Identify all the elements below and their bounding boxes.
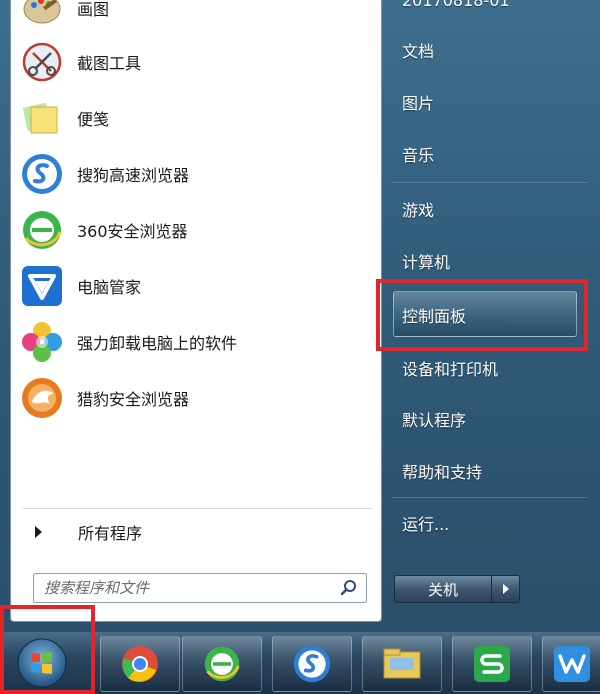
divider bbox=[23, 508, 373, 509]
program-item-snipping-tool[interactable]: 截图工具 bbox=[17, 36, 377, 88]
taskbar-button-wps-spreadsheet[interactable] bbox=[452, 636, 532, 692]
program-label: 电脑管家 bbox=[77, 278, 142, 297]
360-browser-icon bbox=[204, 646, 240, 682]
program-label: 强力卸载电脑上的软件 bbox=[77, 334, 238, 353]
divider bbox=[392, 182, 588, 183]
right-item-default-programs[interactable]: 默认程序 bbox=[402, 407, 466, 431]
user-folder-link[interactable]: 20170818-01 bbox=[402, 0, 510, 10]
file-explorer-icon bbox=[383, 648, 421, 679]
program-item-360-browser[interactable]: 360安全浏览器 bbox=[17, 204, 377, 256]
right-item-documents[interactable]: 文档 bbox=[402, 38, 434, 62]
taskbar-button-sogou-browser[interactable] bbox=[272, 636, 352, 692]
sogou-browser-icon bbox=[19, 151, 65, 197]
program-label: 截图工具 bbox=[77, 54, 142, 73]
cheetah-browser-icon bbox=[19, 375, 65, 421]
program-label: 便笺 bbox=[77, 110, 110, 129]
shutdown-options-button[interactable] bbox=[492, 575, 520, 603]
program-item-paint[interactable]: 画图 bbox=[17, 0, 377, 34]
shutdown-label: 关机 bbox=[427, 580, 458, 599]
right-item-run[interactable]: 运行... bbox=[402, 511, 449, 535]
all-programs-label: 所有程序 bbox=[78, 524, 143, 543]
uninstaller-icon bbox=[19, 319, 65, 365]
taskbar-button-chrome[interactable] bbox=[100, 636, 180, 692]
divider bbox=[392, 497, 588, 498]
360-browser-icon bbox=[19, 207, 65, 253]
search-box[interactable] bbox=[33, 573, 367, 603]
program-item-cheetah-browser[interactable]: 猎豹安全浏览器 bbox=[17, 372, 377, 424]
right-item-games[interactable]: 游戏 bbox=[402, 197, 434, 221]
sogou-browser-icon bbox=[293, 645, 331, 683]
start-menu-programs-panel: 画图 截图工具 便笺 搜狗高速浏览器 360安全浏览器 电脑管家 强力卸载电脑上… bbox=[10, 0, 382, 622]
wps-spreadsheet-icon bbox=[474, 646, 510, 682]
taskbar-button-360-browser[interactable] bbox=[182, 636, 262, 692]
taskbar-button-file-explorer[interactable] bbox=[362, 636, 442, 692]
all-programs-button[interactable]: 所有程序 bbox=[29, 515, 369, 549]
paint-icon bbox=[19, 0, 65, 31]
annotation-red-box bbox=[376, 279, 588, 351]
program-label: 画图 bbox=[77, 0, 110, 19]
right-item-computer[interactable]: 计算机 bbox=[402, 249, 450, 273]
program-item-sogou-browser[interactable]: 搜狗高速浏览器 bbox=[17, 148, 377, 200]
annotation-red-box bbox=[0, 605, 95, 694]
snipping-tool-icon bbox=[19, 39, 65, 85]
triangle-right-icon bbox=[35, 526, 42, 538]
search-icon[interactable] bbox=[336, 575, 362, 601]
right-item-pictures[interactable]: 图片 bbox=[402, 90, 434, 114]
wps-writer-icon bbox=[554, 646, 590, 682]
program-item-pc-manager[interactable]: 电脑管家 bbox=[17, 260, 377, 312]
program-item-uninstaller[interactable]: 强力卸载电脑上的软件 bbox=[17, 316, 377, 368]
shutdown-button[interactable]: 关机 bbox=[394, 575, 492, 603]
program-label: 360安全浏览器 bbox=[77, 222, 188, 241]
taskbar-button-wps-writer[interactable] bbox=[542, 636, 600, 692]
right-item-help-support[interactable]: 帮助和支持 bbox=[402, 459, 482, 483]
right-item-music[interactable]: 音乐 bbox=[402, 142, 434, 166]
chrome-icon bbox=[122, 646, 158, 682]
program-label: 猎豹安全浏览器 bbox=[77, 390, 190, 409]
program-item-sticky-notes[interactable]: 便笺 bbox=[17, 92, 377, 144]
pc-manager-icon bbox=[19, 263, 65, 309]
search-input[interactable] bbox=[42, 574, 336, 602]
right-item-devices-printers[interactable]: 设备和打印机 bbox=[402, 356, 498, 380]
triangle-right-icon bbox=[502, 584, 509, 594]
program-label: 搜狗高速浏览器 bbox=[77, 166, 190, 185]
sticky-notes-icon bbox=[19, 95, 65, 141]
